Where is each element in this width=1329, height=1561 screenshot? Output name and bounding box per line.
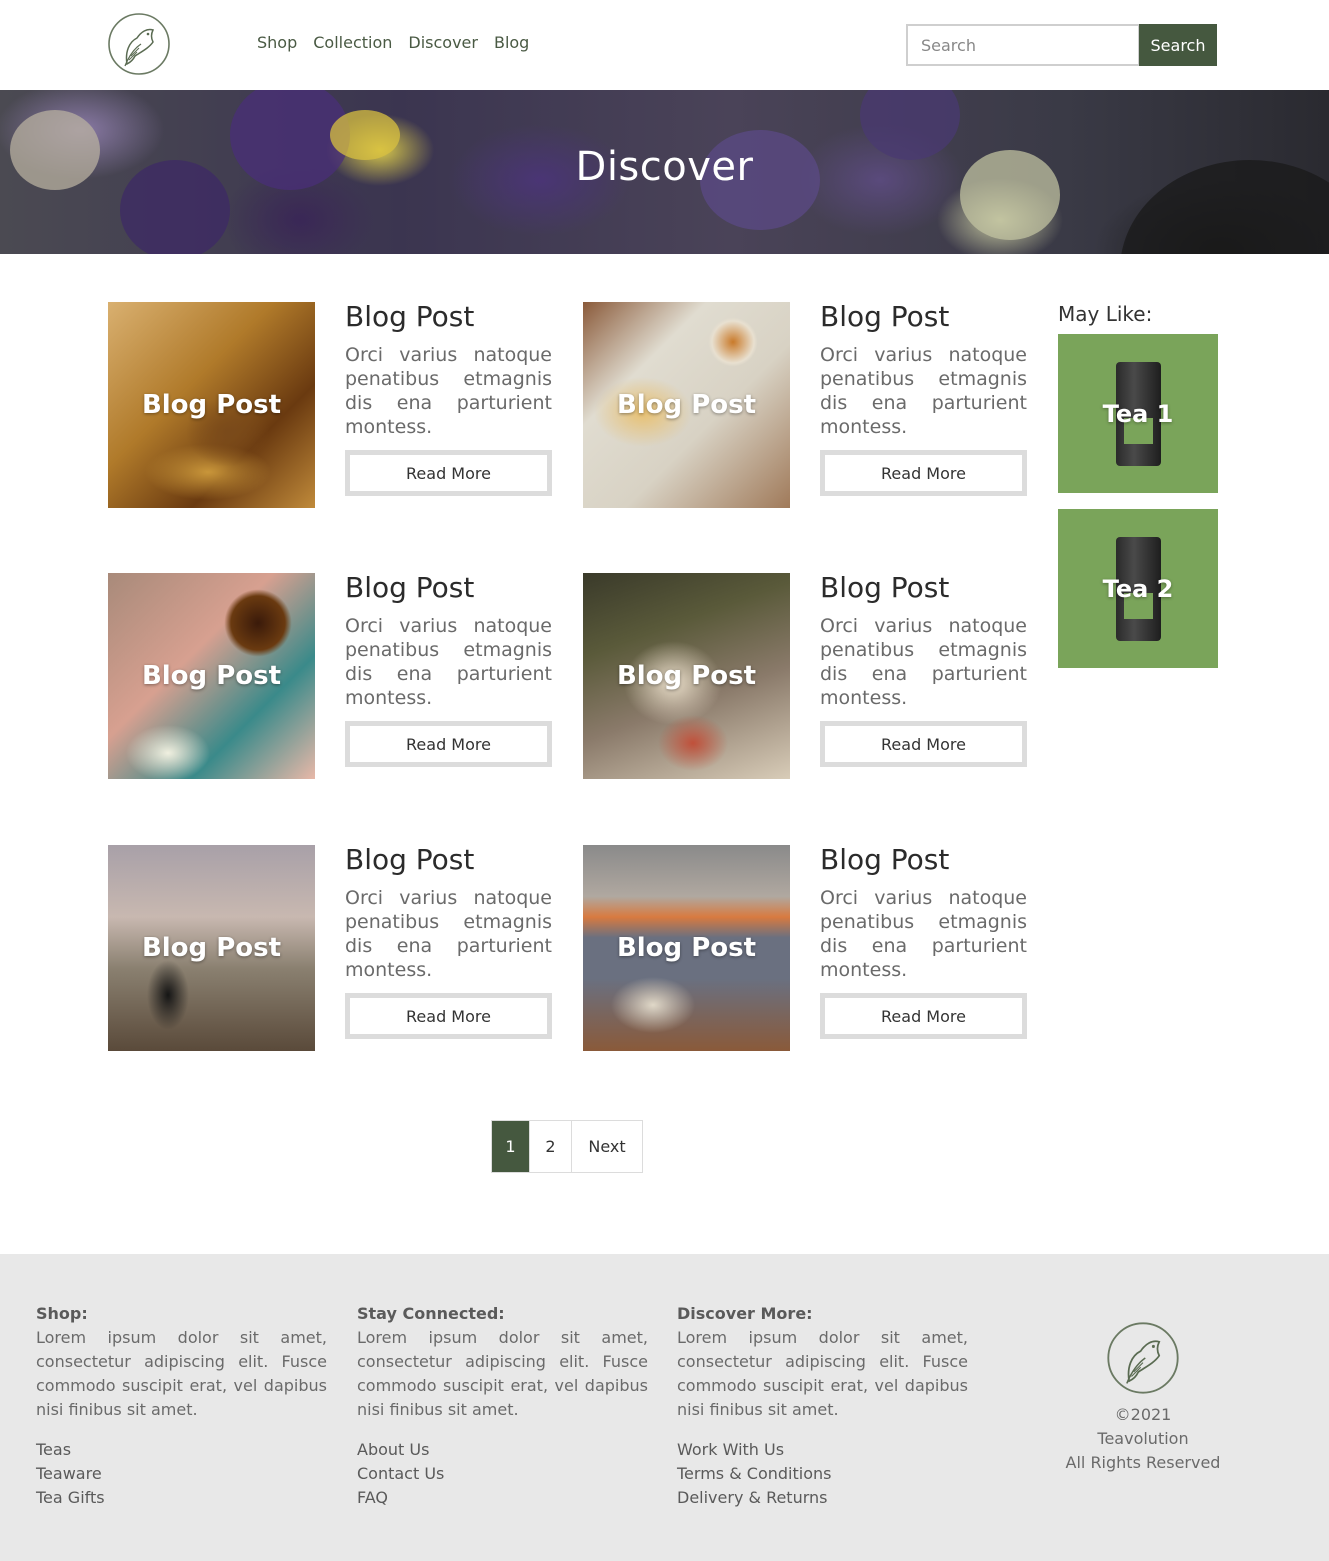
post-image-label: Blog Post bbox=[141, 933, 282, 963]
post-title: Blog Post bbox=[345, 571, 475, 604]
sidebar-item-tea-2[interactable]: Tea 2 bbox=[1058, 509, 1218, 668]
post-title: Blog Post bbox=[345, 843, 475, 876]
read-more-button[interactable]: Read More bbox=[345, 450, 552, 496]
nav-shop[interactable]: Shop bbox=[257, 33, 297, 52]
nav-blog[interactable]: Blog bbox=[494, 33, 529, 52]
footer-heading: Stay Connected: bbox=[357, 1304, 505, 1323]
page-title: Discover bbox=[575, 144, 754, 190]
footer-text: Lorem ipsum dolor sit amet, consectetur … bbox=[677, 1328, 968, 1419]
footer-link-faq[interactable]: FAQ bbox=[357, 1486, 648, 1510]
footer-link-teaware[interactable]: Teaware bbox=[36, 1462, 327, 1486]
post-image-label: Blog Post bbox=[616, 390, 757, 420]
post-title: Blog Post bbox=[820, 571, 950, 604]
post-image[interactable]: Blog Post bbox=[583, 845, 790, 1051]
hero-banner: Discover bbox=[0, 90, 1329, 254]
post-excerpt: Orci varius natoque penatibus etmagnis d… bbox=[345, 887, 552, 981]
read-more-button[interactable]: Read More bbox=[820, 993, 1027, 1039]
post-image-label: Blog Post bbox=[616, 933, 757, 963]
footer-column-discover-more: Discover More: Lorem ipsum dolor sit ame… bbox=[677, 1304, 968, 1510]
footer-link-work-with-us[interactable]: Work With Us bbox=[677, 1438, 968, 1462]
post-image[interactable]: Blog Post bbox=[583, 302, 790, 508]
footer-column-stay-connected: Stay Connected: Lorem ipsum dolor sit am… bbox=[357, 1304, 648, 1510]
footer-link-delivery-returns[interactable]: Delivery & Returns bbox=[677, 1486, 968, 1510]
read-more-button[interactable]: Read More bbox=[345, 993, 552, 1039]
post-image[interactable]: Blog Post bbox=[108, 573, 315, 779]
read-more-button[interactable]: Read More bbox=[345, 721, 552, 767]
search-input[interactable] bbox=[906, 24, 1140, 66]
sidebar-item-tea-1[interactable]: Tea 1 bbox=[1058, 334, 1218, 493]
footer-column-shop: Shop: Lorem ipsum dolor sit amet, consec… bbox=[36, 1304, 327, 1510]
post-image-label: Blog Post bbox=[616, 661, 757, 691]
post-excerpt: Orci varius natoque penatibus etmagnis d… bbox=[820, 344, 1027, 438]
footer-copyright: ©2021 Teavolution All Rights Reserved bbox=[1043, 1403, 1243, 1475]
footer-link-terms[interactable]: Terms & Conditions bbox=[677, 1462, 968, 1486]
footer-link-tea-gifts[interactable]: Tea Gifts bbox=[36, 1486, 327, 1510]
post-image-label: Blog Post bbox=[141, 390, 282, 420]
rights-text: All Rights Reserved bbox=[1065, 1453, 1221, 1472]
page-1-button[interactable]: 1 bbox=[492, 1121, 530, 1172]
footer-link-teas[interactable]: Teas bbox=[36, 1438, 327, 1462]
post-image[interactable]: Blog Post bbox=[108, 845, 315, 1051]
post-image[interactable]: Blog Post bbox=[108, 302, 315, 508]
nav-discover[interactable]: Discover bbox=[408, 33, 478, 52]
next-page-button[interactable]: Next bbox=[572, 1121, 642, 1172]
post-title: Blog Post bbox=[820, 843, 950, 876]
bird-leaf-logo-icon bbox=[1107, 1322, 1179, 1394]
footer-heading: Discover More: bbox=[677, 1304, 813, 1323]
footer-text: Lorem ipsum dolor sit amet, consectetur … bbox=[36, 1328, 327, 1419]
sidebar-item-label: Tea 1 bbox=[1102, 399, 1174, 428]
post-excerpt: Orci varius natoque penatibus etmagnis d… bbox=[820, 887, 1027, 981]
pagination: 1 2 Next bbox=[491, 1120, 643, 1173]
search-button[interactable]: Search bbox=[1139, 24, 1217, 66]
footer-heading: Shop: bbox=[36, 1304, 88, 1323]
post-excerpt: Orci varius natoque penatibus etmagnis d… bbox=[820, 615, 1027, 709]
read-more-button[interactable]: Read More bbox=[820, 450, 1027, 496]
post-excerpt: Orci varius natoque penatibus etmagnis d… bbox=[345, 615, 552, 709]
post-excerpt: Orci varius natoque penatibus etmagnis d… bbox=[345, 344, 552, 438]
page-2-button[interactable]: 2 bbox=[530, 1121, 572, 1172]
nav-collection[interactable]: Collection bbox=[313, 33, 392, 52]
footer-text: Lorem ipsum dolor sit amet, consectetur … bbox=[357, 1328, 648, 1419]
sidebar-item-label: Tea 2 bbox=[1102, 574, 1174, 603]
bird-leaf-logo-icon[interactable] bbox=[107, 12, 171, 76]
read-more-button[interactable]: Read More bbox=[820, 721, 1027, 767]
post-image[interactable]: Blog Post bbox=[583, 573, 790, 779]
company-name: Teavolution bbox=[1097, 1429, 1189, 1448]
footer-link-about-us[interactable]: About Us bbox=[357, 1438, 648, 1462]
post-title: Blog Post bbox=[345, 300, 475, 333]
main-nav: Shop Collection Discover Blog bbox=[257, 33, 529, 52]
site-header: Shop Collection Discover Blog Search bbox=[0, 0, 1329, 90]
copyright-year: ©2021 bbox=[1114, 1405, 1172, 1424]
post-title: Blog Post bbox=[820, 300, 950, 333]
footer-link-contact-us[interactable]: Contact Us bbox=[357, 1462, 648, 1486]
post-image-label: Blog Post bbox=[141, 661, 282, 691]
sidebar-heading: May Like: bbox=[1058, 302, 1153, 326]
